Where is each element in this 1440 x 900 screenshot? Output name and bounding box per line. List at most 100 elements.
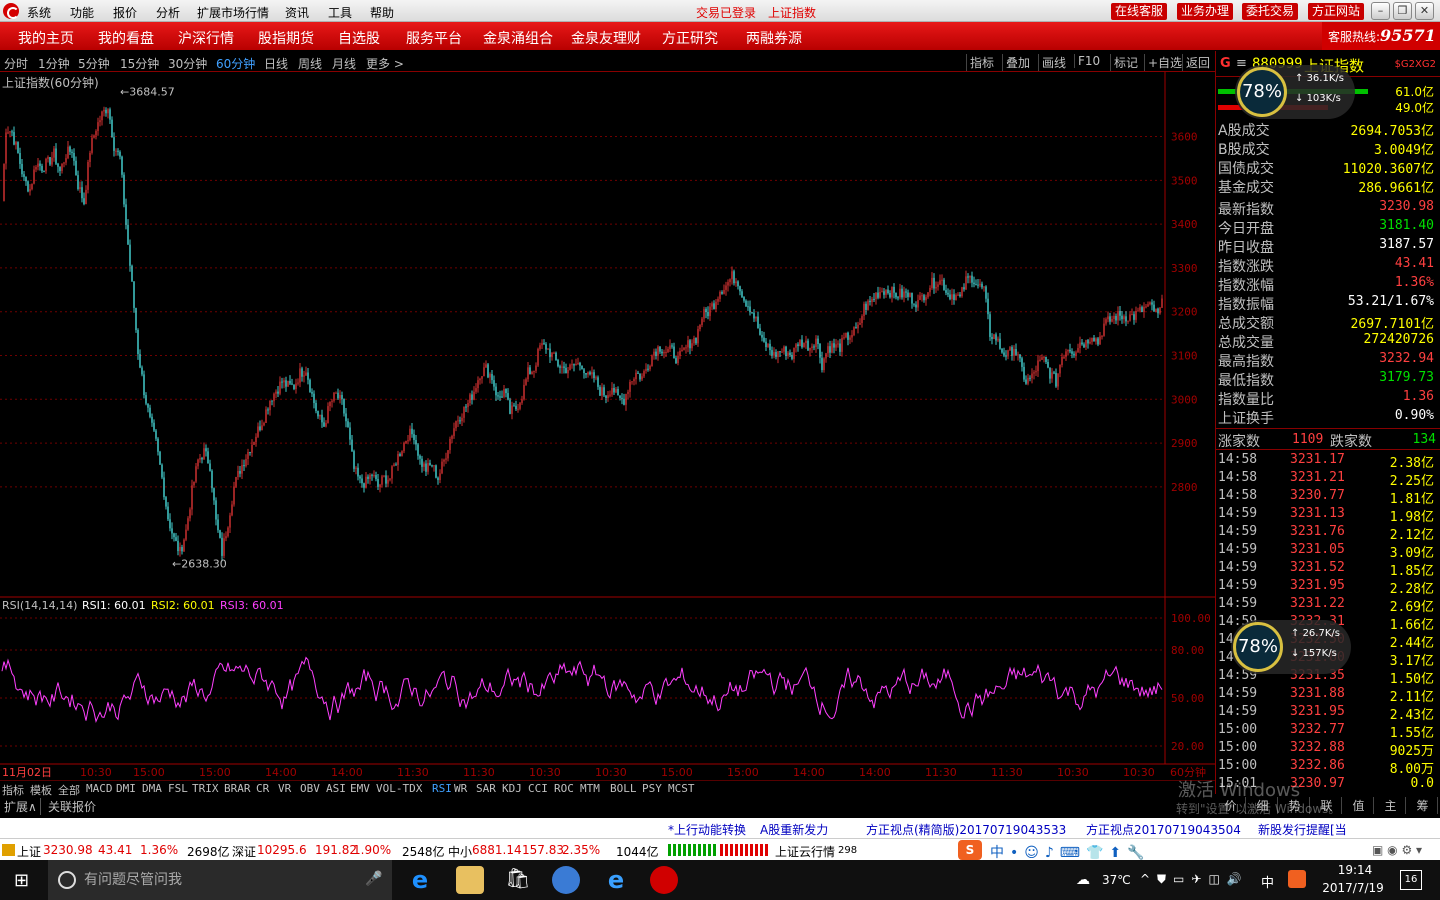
y-tick-label: 3000 (1171, 393, 1198, 406)
indicator-tab[interactable]: SAR (476, 782, 496, 795)
indicator-tab[interactable]: MCST (668, 782, 695, 795)
indicator-tab[interactable]: MACD (86, 782, 113, 795)
nav-home[interactable]: 我的主页 (18, 28, 74, 48)
period-30min[interactable]: 30分钟 (168, 55, 207, 72)
news-item-2[interactable]: A股重新发力 (760, 821, 828, 838)
file-explorer-icon[interactable] (456, 866, 484, 894)
windows-start-icon[interactable]: ⊞ (14, 870, 29, 891)
menu-info[interactable]: 资讯 (285, 4, 309, 21)
tool-mark[interactable]: 标记 (1110, 54, 1141, 71)
tool-f10[interactable]: F10 (1074, 54, 1103, 68)
side-tab[interactable]: 筹 (1408, 797, 1438, 814)
founder-app-icon[interactable] (650, 866, 678, 894)
system-tray-icons[interactable]: ^⛊▭✈◫🔊 (1140, 872, 1249, 887)
period-week[interactable]: 周线 (298, 55, 322, 72)
business-button[interactable]: 业务办理 (1177, 3, 1234, 20)
menu-extended-market[interactable]: 扩展市场行情 (197, 4, 269, 21)
tool-draw[interactable]: 画线 (1038, 54, 1069, 71)
clock-time[interactable]: 19:14 (1322, 863, 1388, 877)
net-speed-widget-1[interactable]: 78% ↑ 36.1K/s ↓ 103K/s (1235, 65, 1355, 119)
news-item-3[interactable]: 方正视点(精简版)20170719043533 (866, 821, 1066, 838)
nav-service[interactable]: 服务平台 (406, 28, 462, 48)
nav-market[interactable]: 沪深行情 (178, 28, 234, 48)
ime-toolbar-icons[interactable]: 中•☺♪⌨👕⬆🔧 (990, 842, 1151, 862)
nav-futures[interactable]: 股指期货 (258, 28, 314, 48)
related-quote-button[interactable]: 关联报价 (48, 798, 96, 815)
indicator-tab[interactable]: EMV (350, 782, 370, 795)
period-1min[interactable]: 1分钟 (38, 55, 70, 72)
side-tab[interactable]: 主 (1376, 797, 1406, 814)
sogou-ime-icon[interactable]: S (958, 840, 982, 860)
indicator-tab[interactable]: RSI (432, 782, 452, 795)
indicator-tab[interactable]: DMI (116, 782, 136, 795)
indicator-tab[interactable]: CCI (528, 782, 548, 795)
browser-icon[interactable] (552, 866, 580, 894)
restore-icon[interactable]: ❐ (1393, 2, 1412, 20)
menu-function[interactable]: 功能 (70, 4, 94, 21)
website-button[interactable]: 方正网站 (1308, 3, 1365, 20)
news-item-4[interactable]: 方正视点20170719043504 (1086, 821, 1241, 838)
nav-finance[interactable]: 金泉友理财 (571, 28, 641, 48)
indicator-tab[interactable]: VOL-TDX (376, 782, 422, 795)
status-tray-icons[interactable]: ▣ ◉ ⚙ ▾ (1372, 843, 1422, 857)
close-icon[interactable]: ✕ (1415, 2, 1434, 20)
minimize-icon[interactable]: – (1371, 2, 1390, 20)
menu-quote[interactable]: 报价 (113, 4, 137, 21)
weather-icon[interactable]: ☁ (1076, 872, 1090, 888)
chart-area[interactable]: 上证指数(60分钟) 3600 3500 3400 3300 3200 3100 3000 29… (0, 72, 1215, 794)
cloud-quote-label[interactable]: 上证云行情 (775, 843, 835, 860)
indicator-tab[interactable]: ASI (326, 782, 346, 795)
period-60min[interactable]: 60分钟 (216, 55, 255, 72)
side-tab[interactable]: 值 (1344, 797, 1374, 814)
nav-margin[interactable]: 两融券源 (746, 28, 802, 48)
candlestick-chart[interactable]: 上证指数(60分钟) 3600 3500 3400 3300 3200 3100 3000 29… (0, 72, 1215, 782)
indicator-tab[interactable]: CR (256, 782, 269, 795)
period-timeshare[interactable]: 分时 (4, 55, 28, 72)
indicator-tab[interactable]: TRIX (192, 782, 219, 795)
store-icon[interactable]: 🛍 (504, 866, 532, 894)
menu-system[interactable]: 系统 (27, 4, 51, 21)
online-service-button[interactable]: 在线客服 (1111, 3, 1168, 20)
indicator-tab[interactable]: DMA (142, 782, 162, 795)
tool-add-watch[interactable]: +自选 (1144, 54, 1185, 71)
sogou-tray-icon[interactable] (1288, 870, 1306, 888)
notification-icon[interactable]: 16 (1400, 870, 1422, 890)
indicator-tab[interactable]: ROC (554, 782, 574, 795)
tool-overlay[interactable]: 叠加 (1002, 54, 1033, 71)
ie-icon[interactable]: e (602, 866, 630, 894)
clock-date[interactable]: 2017/7/19 (1318, 881, 1388, 895)
indicator-tab[interactable]: FSL (168, 782, 188, 795)
menu-analysis[interactable]: 分析 (156, 4, 180, 21)
taskbar-search[interactable]: 有问题尽管问我 (48, 860, 392, 900)
candle-body (1047, 361, 1049, 368)
news-item-1[interactable]: *上行动能转换 (668, 821, 746, 838)
period-5min[interactable]: 5分钟 (78, 55, 110, 72)
indicator-tab[interactable]: BOLL (610, 782, 637, 795)
period-month[interactable]: 月线 (332, 55, 356, 72)
indicator-tab[interactable]: WR (454, 782, 467, 795)
indicator-tab[interactable]: KDJ (502, 782, 522, 795)
indicator-tab[interactable]: OBV (300, 782, 320, 795)
ime-indicator[interactable]: 中 (1261, 872, 1274, 891)
trade-button[interactable]: 委托交易 (1242, 3, 1299, 20)
period-more[interactable]: 更多 > (366, 55, 404, 72)
edge-browser-icon[interactable]: e (406, 866, 434, 894)
menu-help[interactable]: 帮助 (370, 4, 394, 21)
menu-lines-icon[interactable]: ≡ (1236, 56, 1247, 71)
indicator-tab[interactable]: BRAR (224, 782, 251, 795)
nav-portfolio[interactable]: 金泉涌组合 (483, 28, 553, 48)
indicator-tab[interactable]: PSY (642, 782, 662, 795)
tool-back[interactable]: 返回 (1182, 54, 1213, 71)
microphone-icon[interactable]: 🎤 (365, 871, 382, 887)
indicator-tab[interactable]: MTM (580, 782, 600, 795)
expand-quote-button[interactable]: 扩展∧ (4, 798, 41, 815)
menu-tools[interactable]: 工具 (328, 4, 352, 21)
net-speed-widget-2[interactable]: 78% ↑ 26.7K/s ↓ 157K/s (1231, 620, 1351, 674)
indicator-tab[interactable]: VR (278, 782, 291, 795)
period-day[interactable]: 日线 (264, 55, 288, 72)
nav-research[interactable]: 方正研究 (662, 28, 718, 48)
nav-watchlist[interactable]: 自选股 (338, 28, 380, 48)
nav-watch[interactable]: 我的看盘 (98, 28, 154, 48)
period-15min[interactable]: 15分钟 (120, 55, 159, 72)
tool-indicator[interactable]: 指标 (966, 54, 997, 71)
